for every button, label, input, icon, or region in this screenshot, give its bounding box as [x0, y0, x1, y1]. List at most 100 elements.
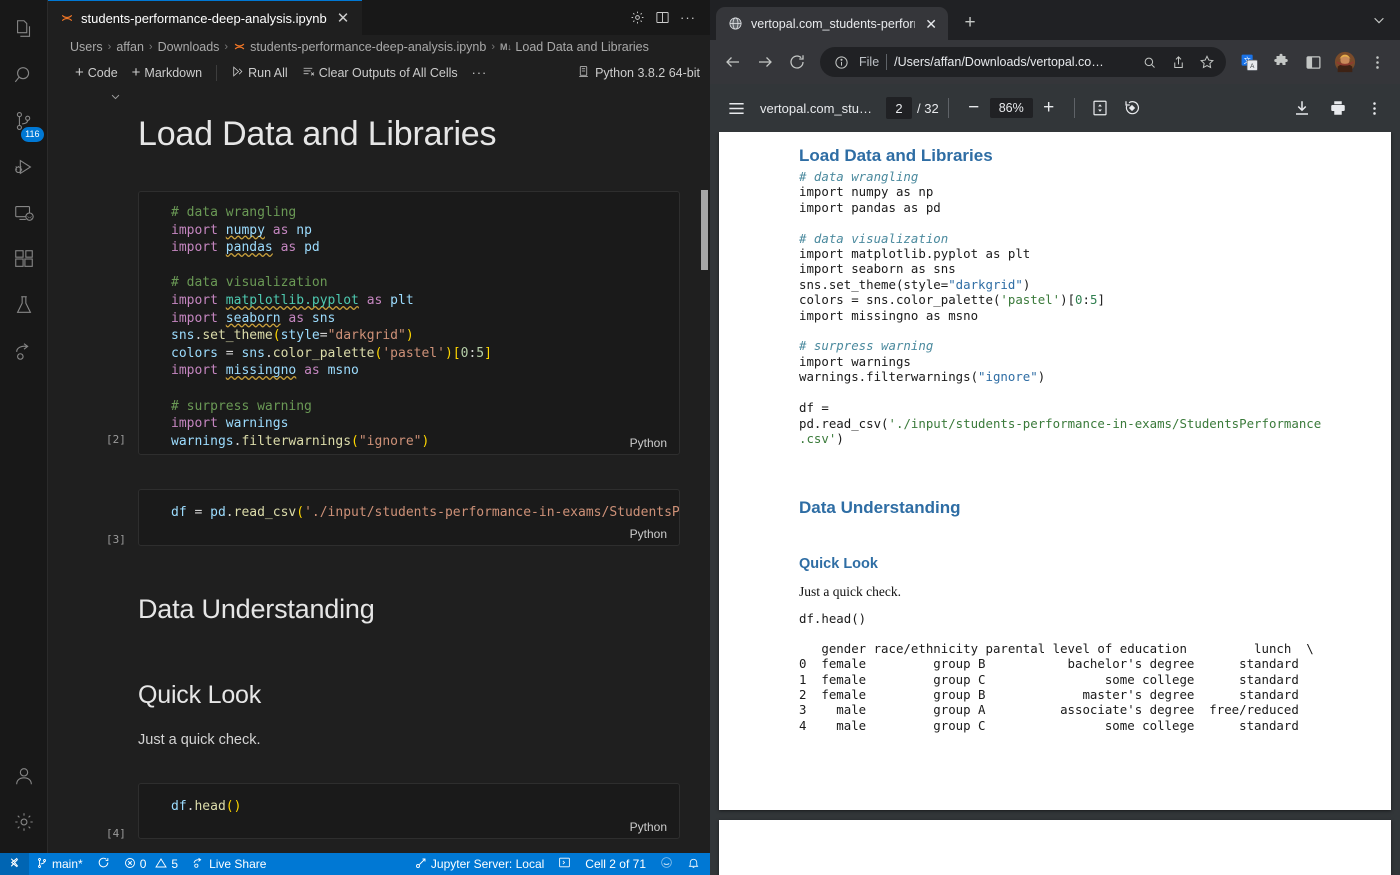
status-sync[interactable]	[90, 853, 117, 875]
pdf-viewport[interactable]: Load Data and Libraries # data wrangling…	[710, 132, 1400, 875]
error-icon	[124, 857, 136, 872]
status-interactive-window[interactable]	[551, 853, 578, 875]
sidebar-item-run-debug[interactable]	[0, 146, 48, 192]
avatar-icon[interactable]	[1330, 47, 1360, 77]
three-dot-menu-icon[interactable]	[1358, 92, 1390, 124]
sidebar-item-accounts[interactable]	[0, 755, 48, 801]
cell-language-2[interactable]: Python	[630, 527, 667, 541]
close-icon[interactable]: ✕	[923, 17, 939, 31]
status-branch[interactable]: main*	[29, 853, 90, 875]
search-icon[interactable]	[1138, 51, 1160, 73]
sidebar-item-explorer[interactable]	[0, 8, 48, 54]
puzzle-icon[interactable]	[1266, 47, 1296, 77]
page-number-input[interactable]	[886, 97, 912, 119]
breadcrumb-section[interactable]: Load Data and Libraries	[515, 40, 648, 54]
hamburger-icon[interactable]	[720, 92, 752, 124]
live-share-icon	[192, 856, 205, 872]
info-icon[interactable]	[830, 51, 852, 73]
status-problems[interactable]: 0 5	[117, 853, 185, 875]
breadcrumb-separator: ›	[148, 40, 153, 53]
close-icon[interactable]: ✕	[334, 9, 353, 28]
tab-search-chevron-icon[interactable]	[1372, 13, 1386, 32]
activity-bar: 116 ><	[0, 0, 48, 853]
breadcrumb-file[interactable]: students-performance-deep-analysis.ipynb	[250, 40, 486, 54]
share-icon[interactable]	[1167, 51, 1189, 73]
add-code-cell-button[interactable]: + Code	[68, 63, 125, 82]
zoom-in-button[interactable]: +	[1033, 92, 1065, 124]
jupyter-icon	[233, 40, 246, 53]
fit-page-icon[interactable]	[1084, 92, 1116, 124]
side-panel-icon[interactable]	[1298, 47, 1328, 77]
status-jupyter-server[interactable]: Jupyter Server: Local	[408, 853, 551, 875]
add-markdown-cell-button[interactable]: + Markdown	[125, 63, 209, 82]
error-count: 0	[139, 857, 147, 871]
clear-outputs-button[interactable]: Clear Outputs of All Cells	[295, 63, 465, 83]
notebook-cell-2[interactable]: df = pd.read_csv('./input/students-perfo…	[48, 489, 710, 546]
sidebar-item-search[interactable]	[0, 54, 48, 100]
print-icon[interactable]	[1322, 92, 1354, 124]
reload-button[interactable]	[782, 47, 812, 77]
editor-tab-bar: students-performance-deep-analysis.ipynb…	[48, 0, 710, 35]
back-button[interactable]	[718, 47, 748, 77]
ellipsis-icon[interactable]: ···	[680, 10, 696, 25]
vscode-body: 116 >< students-performance-deep-analysi…	[0, 0, 710, 853]
notebook-scrollbar-thumb[interactable]	[701, 190, 708, 270]
sidebar-item-remote-explorer[interactable]: ><	[0, 192, 48, 238]
code-editor-3[interactable]: df.head() Python	[138, 782, 680, 839]
new-tab-button[interactable]: +	[956, 9, 984, 37]
notebook-scrollbar[interactable]	[700, 87, 710, 853]
url-text[interactable]: /Users/affan/Downloads/vertopal.co…	[894, 55, 1131, 69]
download-icon[interactable]	[1286, 92, 1318, 124]
address-bar[interactable]: File /Users/affan/Downloads/vertopal.co…	[820, 47, 1226, 77]
browser-tab[interactable]: vertopal.com_students-perform ✕	[716, 7, 948, 40]
notebook-cell-3[interactable]: df.head() Python [4]	[48, 782, 710, 840]
cell-language-3[interactable]: Python	[630, 820, 667, 834]
remote-explorer-icon: ><	[13, 202, 35, 229]
kernel-selector[interactable]: Python 3.8.2 64-bit	[567, 63, 710, 83]
sidebar-item-extensions[interactable]	[0, 238, 48, 284]
breadcrumb-affan[interactable]: affan	[116, 40, 144, 54]
run-all-button[interactable]: Run All	[224, 63, 295, 83]
omnibox-divider	[886, 54, 888, 70]
notebook-cell-1[interactable]: # data wrangling import numpy as np impo…	[48, 191, 710, 456]
editor-tab-notebook[interactable]: students-performance-deep-analysis.ipynb…	[48, 0, 363, 35]
code-editor-1[interactable]: # data wrangling import numpy as np impo…	[138, 191, 680, 456]
pdf-heading-data-understanding: Data Understanding	[799, 498, 961, 518]
toolbar-more-button[interactable]: ···	[465, 64, 495, 82]
breadcrumb-downloads[interactable]: Downloads	[158, 40, 220, 54]
zoom-out-button[interactable]: −	[958, 92, 990, 124]
status-feedback[interactable]	[653, 853, 680, 875]
code-content-2: df = pd.read_csv('./input/students-perfo…	[171, 505, 679, 521]
plus-icon: +	[75, 64, 84, 81]
kernel-icon	[577, 65, 590, 81]
status-bar-right: Jupyter Server: Local Cell 2 of 71	[408, 853, 710, 875]
sidebar-item-settings[interactable]	[0, 801, 48, 847]
gear-icon[interactable]	[630, 10, 645, 25]
status-remote-indicator[interactable]	[0, 853, 29, 875]
source-control-badge: 116	[21, 127, 44, 142]
screen-root: 116 >< students-performance-deep-analysi…	[0, 0, 1400, 875]
pdf-table-header: gender race/ethnicity parental level of …	[799, 640, 1314, 656]
forward-button[interactable]	[750, 47, 780, 77]
rotate-icon[interactable]	[1116, 92, 1148, 124]
feedback-smiley-icon	[660, 856, 673, 872]
sidebar-item-source-control[interactable]: 116	[0, 100, 48, 146]
sidebar-item-testing[interactable]	[0, 284, 48, 330]
status-live-share[interactable]: Live Share	[185, 853, 273, 875]
pdf-document-title: vertopal.com_stu…	[760, 100, 872, 116]
browser-tab-title: vertopal.com_students-perform	[751, 16, 916, 31]
gear-icon	[13, 811, 35, 838]
breadcrumb-users[interactable]: Users	[70, 40, 103, 54]
pdf-page-content: Load Data and Libraries # data wrangling…	[719, 146, 1391, 733]
editor-area: students-performance-deep-analysis.ipynb…	[48, 0, 710, 853]
code-editor-2[interactable]: df = pd.read_csv('./input/students-perfo…	[138, 489, 680, 546]
sidebar-item-live-share[interactable]	[0, 330, 48, 376]
status-cell-position[interactable]: Cell 2 of 71	[578, 853, 653, 875]
status-notifications[interactable]	[680, 853, 710, 875]
three-dot-menu-icon[interactable]	[1362, 47, 1392, 77]
split-editor-icon[interactable]	[655, 10, 670, 25]
cell-language-1[interactable]: Python	[630, 436, 667, 450]
collapse-cell-chevron-icon[interactable]	[48, 87, 710, 109]
star-icon[interactable]	[1196, 51, 1218, 73]
translate-extension-icon[interactable]: 文 A	[1234, 47, 1264, 77]
